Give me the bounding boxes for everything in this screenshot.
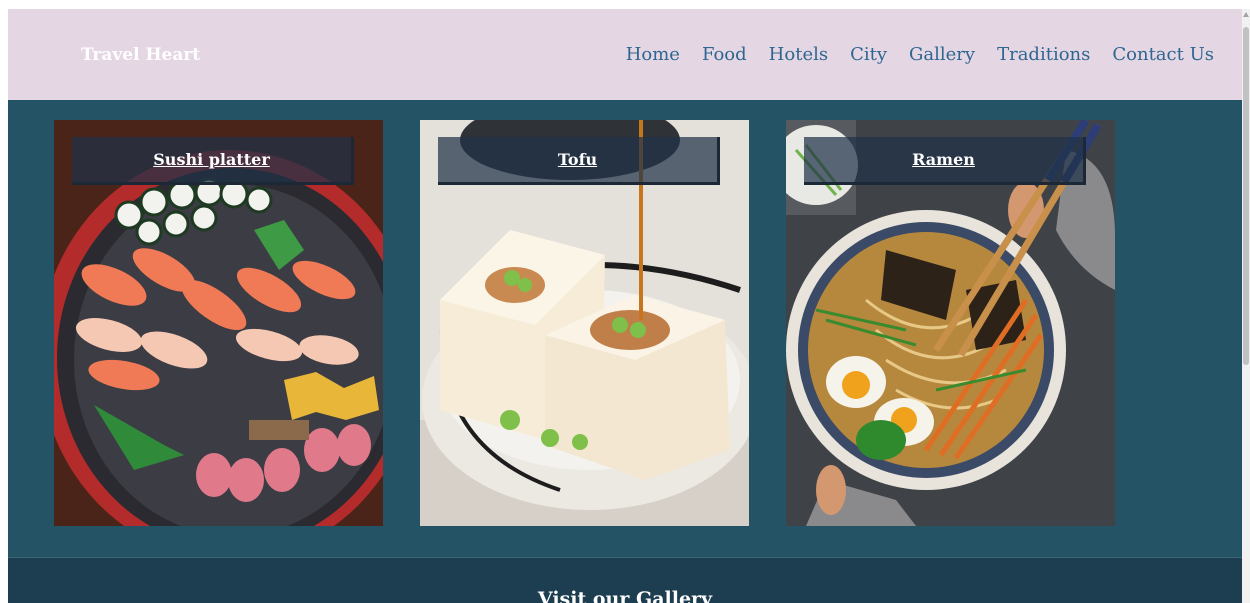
main-nav: Home Food Hotels City Gallery Traditions… [626, 44, 1214, 65]
food-card-ramen[interactable]: Ramen [786, 120, 1115, 526]
food-cards-section: Sushi platter Tofu Ramen [8, 100, 1242, 557]
page-scrollbar[interactable] [1242, 9, 1250, 603]
nav-link-home[interactable]: Home [626, 44, 680, 65]
sushi-label-link[interactable]: Sushi platter [153, 150, 270, 169]
food-card-sushi[interactable]: Sushi platter [54, 120, 383, 526]
gallery-section: Visit our Gallery [8, 557, 1242, 603]
tofu-label-link[interactable]: Tofu [558, 150, 597, 169]
top-navbar: Travel Heart Home Food Hotels City Galle… [8, 9, 1242, 100]
nav-link-city[interactable]: City [850, 44, 887, 65]
nav-link-contact-us[interactable]: Contact Us [1112, 44, 1214, 65]
nav-link-gallery[interactable]: Gallery [909, 44, 975, 65]
nav-link-hotels[interactable]: Hotels [769, 44, 828, 65]
sushi-label-box: Sushi platter [72, 137, 354, 185]
brand-logo-text[interactable]: Travel Heart [81, 45, 200, 65]
gallery-heading: Visit our Gallery [537, 588, 713, 603]
scroll-thumb[interactable] [1243, 27, 1249, 365]
page-viewport: Travel Heart Home Food Hotels City Galle… [8, 9, 1242, 603]
ramen-label-box: Ramen [804, 137, 1086, 185]
nav-link-traditions[interactable]: Traditions [997, 44, 1090, 65]
tofu-label-box: Tofu [438, 137, 720, 185]
nav-link-food[interactable]: Food [702, 44, 747, 65]
scroll-up-arrow-icon[interactable] [1243, 12, 1249, 17]
ramen-label-link[interactable]: Ramen [912, 150, 975, 169]
food-card-tofu[interactable]: Tofu [420, 120, 749, 526]
